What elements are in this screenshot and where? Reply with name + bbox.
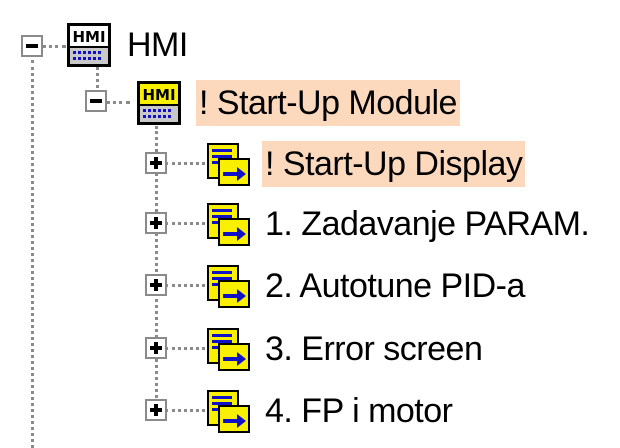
display-screen-icon bbox=[205, 263, 251, 309]
tree-node-label[interactable]: ! Start-Up Module bbox=[196, 80, 460, 126]
icon-text: HMI bbox=[72, 28, 105, 46]
collapse-toggle-icon[interactable] bbox=[21, 35, 43, 57]
display-screen-icon bbox=[205, 201, 251, 247]
display-screen-icon bbox=[205, 326, 251, 372]
tree-node-label[interactable]: ! Start-Up Display bbox=[262, 141, 526, 187]
tree-node-label[interactable]: HMI bbox=[124, 22, 191, 68]
tree-guide-module-h bbox=[106, 101, 130, 104]
tree-guide-display-h bbox=[165, 284, 205, 287]
tree-guide-display-h bbox=[165, 222, 205, 225]
expand-toggle-icon[interactable] bbox=[145, 337, 167, 359]
tree-node-label[interactable]: 3. Error screen bbox=[262, 326, 485, 372]
tree-node-label[interactable]: 1. Zadavanje PARAM. bbox=[262, 201, 592, 247]
tree-node-label[interactable]: 2. Autotune PID-a bbox=[262, 263, 528, 309]
collapse-toggle-icon[interactable] bbox=[85, 90, 107, 112]
tree-guide-display-h bbox=[165, 162, 205, 165]
hmi-module-icon: HMI bbox=[136, 80, 182, 126]
tree-guide-display-h bbox=[165, 409, 205, 412]
expand-toggle-icon[interactable] bbox=[145, 152, 167, 174]
tree-guide-display-h bbox=[165, 347, 205, 350]
tree-node-label[interactable]: 4. FP i motor bbox=[262, 388, 456, 434]
tree-guide-root-h bbox=[42, 45, 66, 48]
expand-toggle-icon[interactable] bbox=[145, 274, 167, 296]
icon-text: HMI bbox=[142, 86, 175, 104]
expand-toggle-icon[interactable] bbox=[145, 399, 167, 421]
display-screen-icon bbox=[205, 141, 251, 187]
expand-toggle-icon[interactable] bbox=[145, 212, 167, 234]
hmi-module-icon: HMI bbox=[66, 22, 112, 68]
project-tree: HMI HMI HMI ! Start-Up Module ! Start-Up… bbox=[0, 0, 620, 448]
tree-guide-root bbox=[31, 60, 34, 448]
display-screen-icon bbox=[205, 388, 251, 434]
